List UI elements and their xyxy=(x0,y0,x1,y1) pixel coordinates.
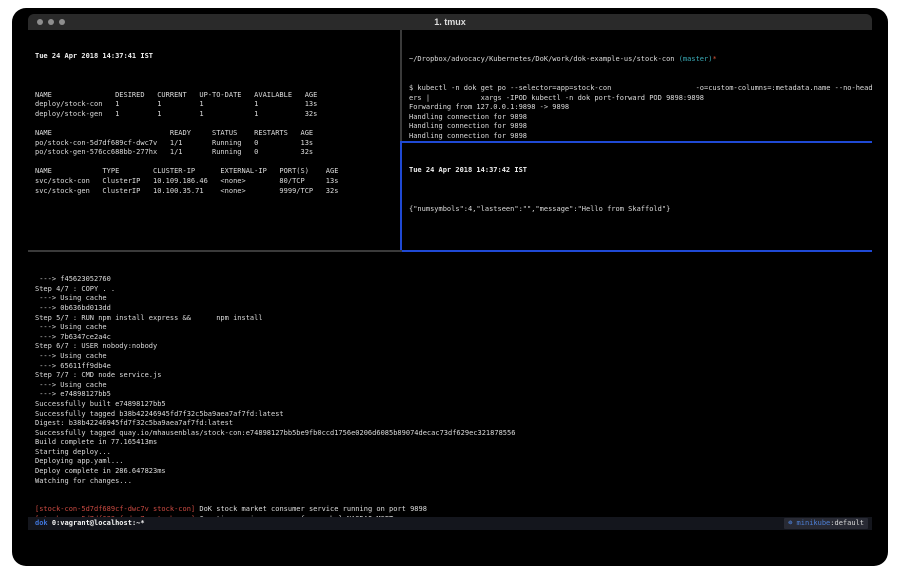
kubectl-resources-output: NAME DESIRED CURRENT UP-TO-DATE AVAILABL… xyxy=(35,81,400,196)
k8s-context-badge: ☸ minikube:default xyxy=(784,518,868,529)
prompt-path: ~/Dropbox/advocacy/Kubernetes/DoK/work/d… xyxy=(409,55,679,63)
container-log-output: [stock-con-5d7df689cf-dwc7v stock-con] D… xyxy=(35,505,872,517)
watch-timestamp: Tue 24 Apr 2018 14:37:41 IST xyxy=(35,52,400,62)
log-line: [stock-con-5d7df689cf-dwc7v stock-con] D… xyxy=(35,505,872,515)
git-branch: (master) xyxy=(679,55,713,63)
tmux-status-bar: dok 0:vagrant@localhost:~* ☸ minikube:de… xyxy=(28,517,872,530)
terminal-window: 1. tmux Tue 24 Apr 2018 14:37:41 IST NAM… xyxy=(12,8,888,566)
port-forward-output: $ kubectl -n dok get po --selector=app=s… xyxy=(409,84,872,141)
shell-prompt-line: ~/Dropbox/advocacy/Kubernetes/DoK/work/d… xyxy=(409,55,872,65)
pane-skaffold-build[interactable]: ---> f45623052760 Step 4/7 : COPY . . --… xyxy=(28,252,872,517)
pane-divider-horizontal-right-top[interactable] xyxy=(402,141,872,143)
curl-timestamp: Tue 24 Apr 2018 14:37:42 IST xyxy=(409,166,872,176)
pane-divider-vertical-active[interactable] xyxy=(400,141,402,252)
git-dirty-flag: * xyxy=(712,55,716,63)
docker-build-output: ---> f45623052760 Step 4/7 : COPY . . --… xyxy=(35,275,872,486)
titlebar: 1. tmux xyxy=(28,14,872,30)
k8s-context-name: minikube xyxy=(792,519,830,527)
pane-divider-horizontal-right-bottom[interactable] xyxy=(402,250,872,252)
window-title: 1. tmux xyxy=(28,14,872,30)
pane-curl-response[interactable]: Tue 24 Apr 2018 14:37:42 IST {"numsymbol… xyxy=(404,143,872,250)
tmux-session: Tue 24 Apr 2018 14:37:41 IST NAME DESIRE… xyxy=(28,30,872,517)
curl-json-output: {"numsymbols":4,"lastseen":"","message":… xyxy=(409,195,872,214)
tmux-session-name: dok xyxy=(28,517,48,530)
pane-divider-horizontal-left[interactable] xyxy=(28,250,402,252)
tmux-window-label[interactable]: 0:vagrant@localhost:~* xyxy=(48,517,145,530)
pane-divider-vertical-top[interactable] xyxy=(400,30,402,141)
k8s-namespace: :default xyxy=(830,519,864,527)
pane-kubectl-watch[interactable]: Tue 24 Apr 2018 14:37:41 IST NAME DESIRE… xyxy=(28,30,400,250)
pane-port-forward[interactable]: ~/Dropbox/advocacy/Kubernetes/DoK/work/d… xyxy=(404,30,872,141)
